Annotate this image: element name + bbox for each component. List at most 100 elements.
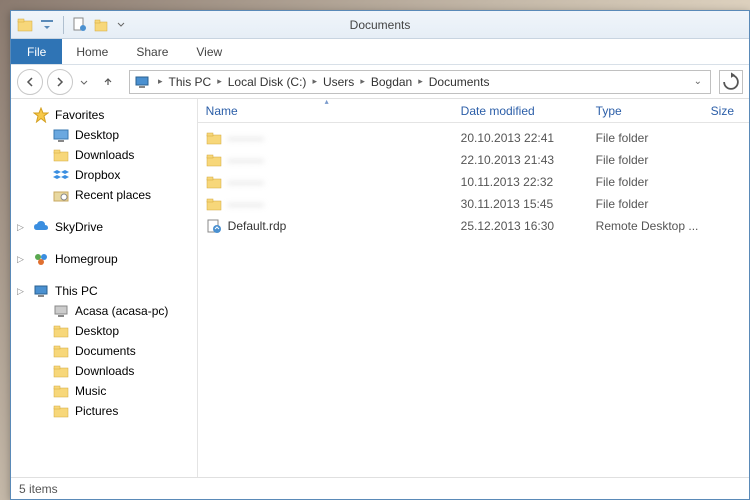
status-bar: 5 items (11, 477, 749, 499)
qat-dropdown-icon[interactable] (39, 17, 55, 33)
qat-more-icon[interactable] (116, 17, 126, 33)
file-name: ——— (228, 153, 264, 167)
sidebar-item-downloads[interactable]: Downloads (11, 361, 197, 381)
file-date: 30.11.2013 15:45 (453, 197, 588, 211)
properties-icon[interactable] (72, 17, 88, 33)
sidebar-skydrive[interactable]: ▷ SkyDrive (11, 217, 197, 237)
breadcrumb-seg[interactable]: Bogdan (369, 75, 414, 89)
pc-icon (134, 74, 150, 90)
file-type: File folder (588, 175, 703, 189)
dropbox-icon (53, 167, 69, 183)
sidebar-item-label: Downloads (75, 148, 134, 162)
column-date[interactable]: Date modified (453, 99, 588, 122)
file-row[interactable]: Default.rdp25.12.2013 16:30Remote Deskto… (198, 215, 749, 237)
chevron-right-icon[interactable]: ▸ (356, 76, 369, 87)
sidebar-item-label: Music (75, 384, 106, 398)
tab-share[interactable]: Share (122, 39, 182, 64)
sidebar-item-label: Acasa (acasa-pc) (75, 304, 168, 318)
file-type: File folder (588, 197, 703, 211)
titlebar: Documents (11, 11, 749, 39)
sidebar-homegroup[interactable]: ▷ Homegroup (11, 249, 197, 269)
chevron-right-icon[interactable]: ▸ (154, 76, 167, 87)
tab-home[interactable]: Home (62, 39, 122, 64)
folder-icon (206, 152, 222, 168)
file-name: Default.rdp (228, 219, 287, 233)
forward-button[interactable] (47, 69, 73, 95)
sidebar-item-label: Downloads (75, 364, 134, 378)
sidebar-item-desktop[interactable]: Desktop (11, 125, 197, 145)
breadcrumb-seg[interactable]: Users (321, 75, 356, 89)
history-dropdown-icon[interactable] (77, 69, 91, 95)
sidebar-item-label: Pictures (75, 404, 118, 418)
file-date: 10.11.2013 22:32 (453, 175, 588, 189)
address-dropdown-icon[interactable]: ⌄ (690, 76, 706, 87)
sidebar-item-desktop[interactable]: Desktop (11, 321, 197, 341)
file-row[interactable]: ———30.11.2013 15:45File folder (198, 193, 749, 215)
window-title: Documents (350, 18, 411, 32)
folder-icon (53, 323, 69, 339)
column-headers: Name▴ Date modified Type Size (198, 99, 749, 123)
rdp-file-icon (206, 218, 222, 234)
separator (63, 16, 64, 34)
collapse-icon[interactable]: ▷ (17, 286, 24, 297)
file-date: 25.12.2013 16:30 (453, 219, 588, 233)
sidebar-label: SkyDrive (55, 220, 103, 234)
file-type: File folder (588, 131, 703, 145)
sidebar-item-music[interactable]: Music (11, 381, 197, 401)
file-name: ——— (228, 175, 264, 189)
recent-icon (53, 187, 69, 203)
folder-icon (206, 130, 222, 146)
folder-icon (53, 363, 69, 379)
breadcrumb-seg[interactable]: This PC (167, 75, 214, 89)
pc-icon (33, 283, 49, 299)
folder-icon (53, 403, 69, 419)
breadcrumb-seg[interactable]: Documents (427, 75, 492, 89)
new-folder-icon[interactable] (94, 17, 110, 33)
sidebar-item-downloads[interactable]: Downloads (11, 145, 197, 165)
sidebar-item-label: Documents (75, 344, 136, 358)
chevron-right-icon[interactable]: ▸ (308, 76, 321, 87)
column-name[interactable]: Name▴ (198, 99, 453, 122)
file-row[interactable]: ———20.10.2013 22:41File folder (198, 127, 749, 149)
sidebar-thispc[interactable]: ▷This PC (11, 281, 197, 301)
quick-access-toolbar (11, 16, 126, 34)
file-rows: ———20.10.2013 22:41File folder———22.10.2… (198, 123, 749, 477)
sidebar-item-label: Desktop (75, 324, 119, 338)
file-tab[interactable]: File (11, 39, 62, 64)
homegroup-icon (33, 251, 49, 267)
sidebar-item-network-pc[interactable]: Acasa (acasa-pc) (11, 301, 197, 321)
sidebar-label: Homegroup (55, 252, 118, 266)
ribbon-tabs: File Home Share View (11, 39, 749, 65)
expand-icon[interactable]: ▷ (17, 254, 24, 265)
folder-icon (206, 196, 222, 212)
sidebar-item-dropbox[interactable]: Dropbox (11, 165, 197, 185)
file-row[interactable]: ———22.10.2013 21:43File folder (198, 149, 749, 171)
sidebar-item-documents[interactable]: Documents (11, 341, 197, 361)
sidebar-item-label: Dropbox (75, 168, 120, 182)
back-button[interactable] (17, 69, 43, 95)
file-list-pane: Name▴ Date modified Type Size ———20.10.2… (198, 99, 749, 477)
sidebar-favorites[interactable]: Favorites (11, 105, 197, 125)
chevron-right-icon[interactable]: ▸ (213, 76, 226, 87)
column-type[interactable]: Type (588, 99, 703, 122)
sidebar-item-recent[interactable]: Recent places (11, 185, 197, 205)
address-bar[interactable]: ▸ This PC ▸ Local Disk (C:) ▸ Users ▸ Bo… (129, 70, 711, 94)
sidebar-item-pictures[interactable]: Pictures (11, 401, 197, 421)
desktop-icon (53, 127, 69, 143)
expand-icon[interactable]: ▷ (17, 222, 24, 233)
refresh-button[interactable] (719, 70, 743, 94)
sidebar-item-label: Desktop (75, 128, 119, 142)
up-button[interactable] (95, 69, 121, 95)
folder-icon (53, 383, 69, 399)
file-date: 20.10.2013 22:41 (453, 131, 588, 145)
file-row[interactable]: ——— 10.11.2013 22:32File folder (198, 171, 749, 193)
tab-view[interactable]: View (182, 39, 236, 64)
column-size[interactable]: Size (703, 99, 749, 122)
folder-icon (53, 343, 69, 359)
sidebar-item-label: Recent places (75, 188, 151, 202)
breadcrumb-seg[interactable]: Local Disk (C:) (226, 75, 309, 89)
explorer-window: Documents File Home Share View ▸ This PC… (10, 10, 750, 500)
sort-asc-icon: ▴ (325, 99, 329, 106)
navigation-bar: ▸ This PC ▸ Local Disk (C:) ▸ Users ▸ Bo… (11, 65, 749, 99)
chevron-right-icon[interactable]: ▸ (414, 76, 427, 87)
